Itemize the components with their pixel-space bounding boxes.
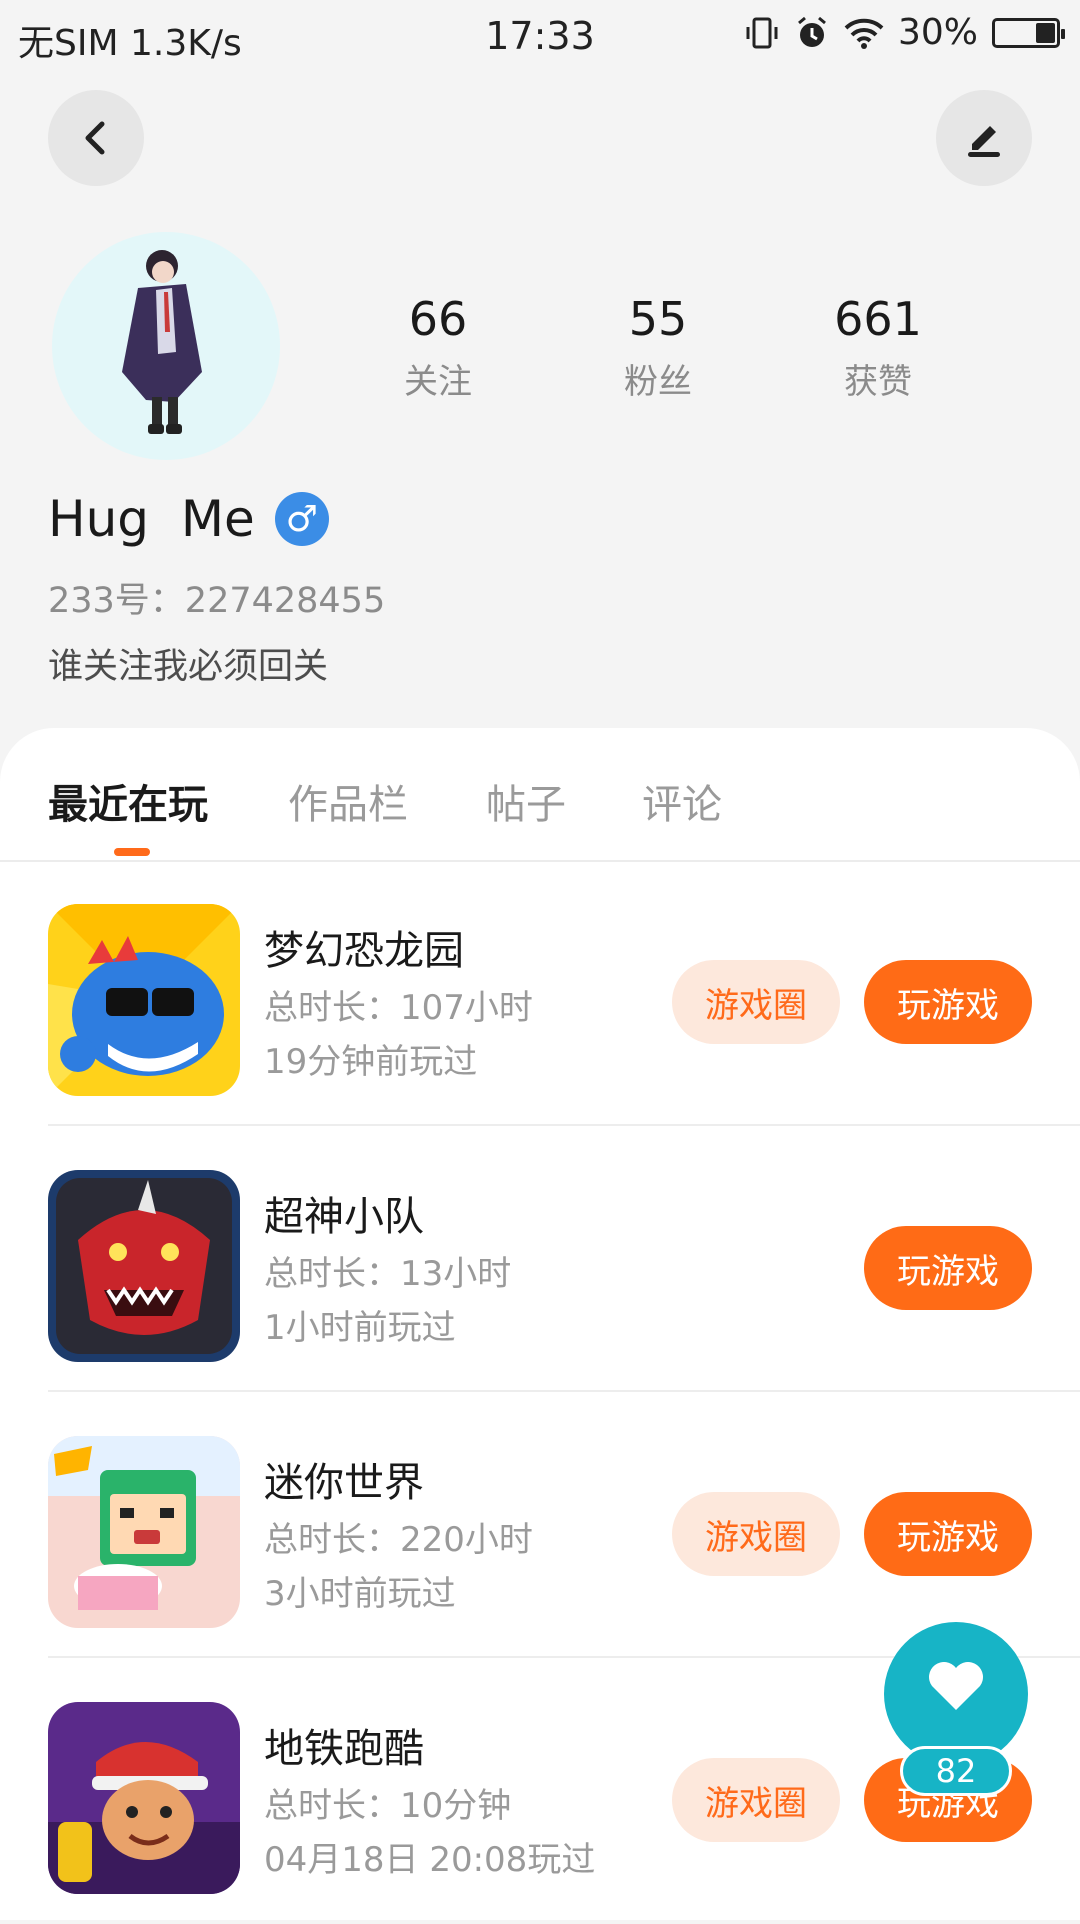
user-id: 233号：227428455: [48, 581, 386, 621]
play-game-button[interactable]: 玩游戏: [864, 960, 1032, 1044]
stat-number: 661: [834, 292, 922, 346]
game-title: 迷你世界: [264, 1460, 424, 1506]
username-row: Hug Me ♂: [48, 490, 329, 548]
chevron-left-icon: [85, 121, 105, 155]
username: Hug Me: [48, 490, 255, 548]
list-item: 迷你世界 总时长：220小时 3小时前玩过 游戏圈 玩游戏: [0, 1392, 1080, 1658]
battery-percent: 30%: [897, 12, 978, 53]
last-played: 04月18日 20:08玩过: [264, 1840, 596, 1880]
edit-profile-button[interactable]: [936, 90, 1032, 186]
stat-number: 55: [628, 292, 688, 346]
game-circle-button[interactable]: 游戏圈: [672, 1758, 840, 1842]
game-title: 梦幻恐龙园: [264, 928, 464, 974]
play-duration: 总时长：10分钟: [264, 1786, 512, 1826]
alarm-icon: [798, 16, 826, 47]
play-game-button[interactable]: 玩游戏: [864, 1226, 1032, 1310]
male-gender-icon: ♂: [274, 492, 329, 546]
monster-game-image: [48, 1170, 240, 1362]
active-tab-indicator: [114, 848, 150, 856]
list-item: 梦幻恐龙园 总时长：107小时 19分钟前玩过 游戏圈 玩游戏: [0, 860, 1080, 1126]
status-right: 30%: [744, 12, 1065, 53]
stat-number: 66: [408, 292, 468, 346]
avatar-character-image: [122, 250, 202, 434]
battery-icon: [992, 17, 1065, 48]
pencil-icon: [968, 126, 1000, 157]
game-icon[interactable]: [48, 1436, 240, 1628]
like-count-badge: 82: [900, 1746, 1012, 1796]
play-duration: 总时长：13小时: [264, 1254, 512, 1294]
heart-icon: [929, 1662, 983, 1710]
last-played: 1小时前玩过: [264, 1308, 456, 1348]
game-circle-button[interactable]: 游戏圈: [672, 960, 840, 1044]
list-item: 超神小队 总时长：13小时 1小时前玩过 玩游戏: [0, 1126, 1080, 1392]
bio: 谁关注我必须回关: [48, 647, 329, 687]
stat-following[interactable]: 66 关注: [338, 292, 538, 403]
like-floating-button[interactable]: [884, 1622, 1028, 1766]
game-icon[interactable]: [48, 1702, 240, 1894]
last-played: 19分钟前玩过: [264, 1042, 478, 1082]
tab-posts[interactable]: 帖子: [486, 772, 566, 830]
vibrate-icon: [746, 17, 778, 48]
tab-bar: 最近在玩 作品栏 帖子 评论: [0, 728, 1080, 862]
play-game-button[interactable]: 玩游戏: [864, 1492, 1032, 1576]
stat-label: 关注: [404, 362, 472, 402]
game-title: 超神小队: [264, 1194, 424, 1240]
wifi-icon: [844, 18, 884, 49]
subway-runner-game-image: [48, 1702, 240, 1894]
avatar[interactable]: [52, 232, 280, 460]
tab-works[interactable]: 作品栏: [288, 772, 408, 830]
game-title: 地铁跑酷: [264, 1726, 424, 1772]
tab-comments[interactable]: 评论: [642, 772, 722, 830]
dinosaur-game-image: [48, 904, 240, 1096]
status-bar: 无SIM 1.3K/s 17:33 30%: [0, 0, 1080, 76]
play-duration: 总时长：220小时: [264, 1520, 533, 1560]
stat-followers[interactable]: 55 粉丝: [558, 292, 758, 403]
stat-likes[interactable]: 661 获赞: [778, 292, 978, 403]
mini-world-game-image: [48, 1436, 240, 1628]
battery-fill: [1036, 22, 1055, 43]
tab-recently-played[interactable]: 最近在玩: [48, 772, 208, 830]
back-button[interactable]: [48, 90, 144, 186]
game-icon[interactable]: [48, 904, 240, 1096]
game-circle-button[interactable]: 游戏圈: [672, 1492, 840, 1576]
game-icon[interactable]: [48, 1170, 240, 1362]
stat-label: 粉丝: [624, 362, 692, 402]
stat-label: 获赞: [844, 362, 912, 402]
last-played: 3小时前玩过: [264, 1574, 456, 1614]
play-duration: 总时长：107小时: [264, 988, 533, 1028]
